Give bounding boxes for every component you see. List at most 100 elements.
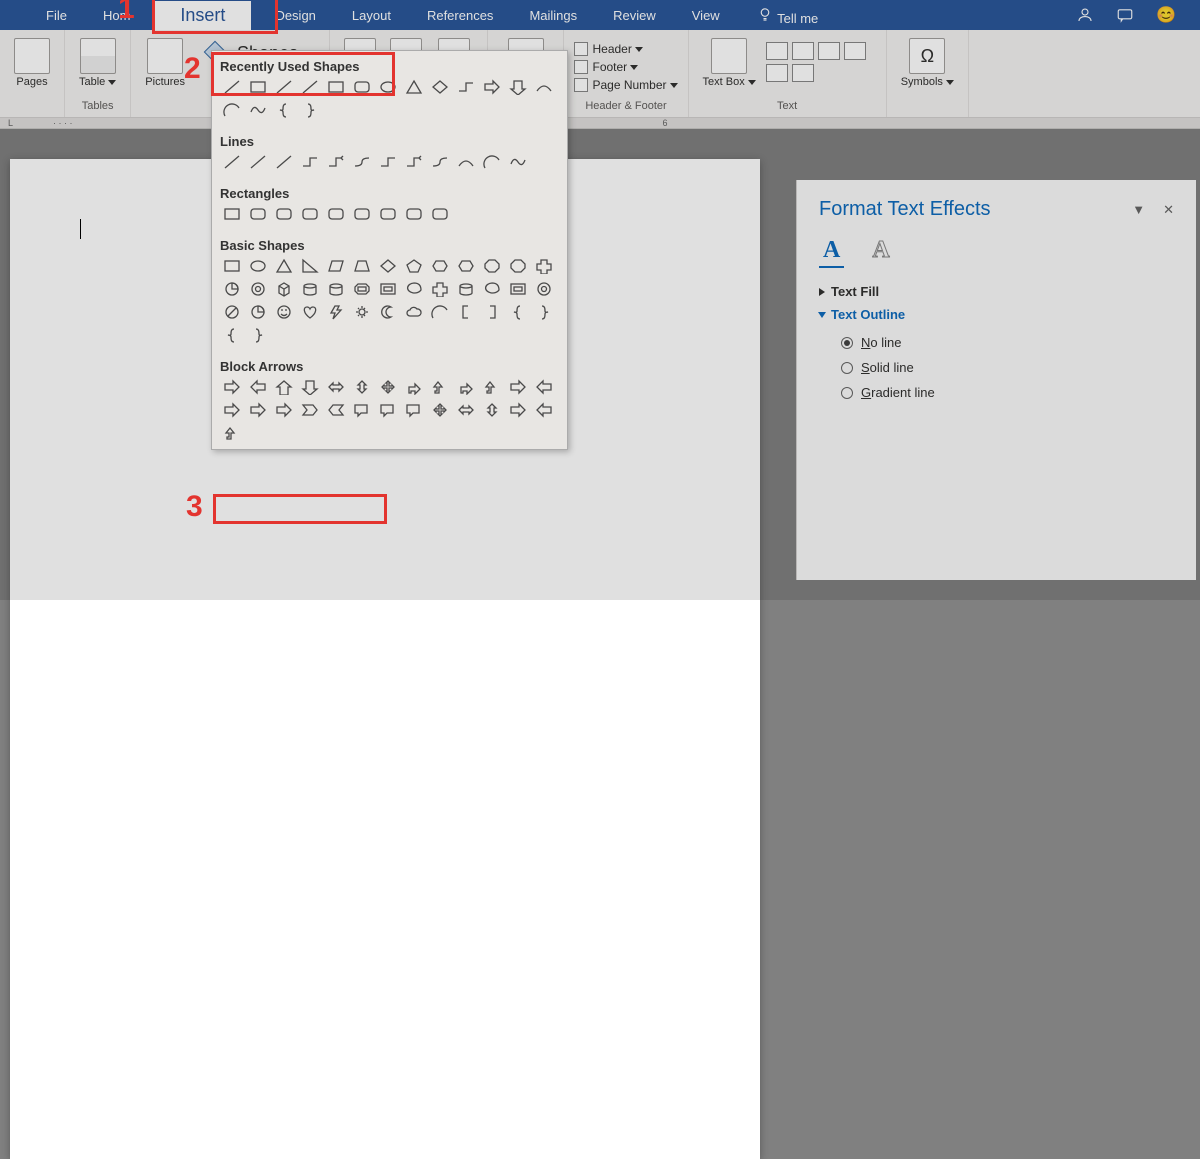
tab-insert[interactable]: Insert	[154, 1, 251, 30]
shape-oct[interactable]	[480, 256, 503, 276]
user-icon[interactable]	[1076, 6, 1094, 24]
shape-rect[interactable]	[220, 204, 243, 224]
footer-button[interactable]: Footer	[574, 60, 677, 74]
shape-quad[interactable]	[376, 377, 399, 397]
shape-bentU[interactable]	[220, 423, 243, 443]
shape-rbrace[interactable]	[246, 325, 269, 345]
dropcap-button[interactable]	[818, 42, 840, 60]
shape-frame[interactable]	[506, 279, 529, 299]
shape-free[interactable]	[506, 152, 529, 172]
section-text-fill[interactable]: Text Fill	[819, 284, 1174, 299]
shape-arrowU[interactable]	[272, 377, 295, 397]
shape-line[interactable]	[298, 77, 321, 97]
shape-lbrace[interactable]	[506, 302, 529, 322]
object-button[interactable]	[792, 64, 814, 82]
tab-home[interactable]: Hom	[85, 2, 148, 29]
tab-tellme[interactable]: Tell me	[738, 0, 837, 32]
section-text-outline[interactable]: Text Outline	[819, 307, 1174, 322]
shape-line[interactable]	[272, 152, 295, 172]
shape-curve[interactable]	[532, 77, 555, 97]
tab-design[interactable]: Design	[257, 2, 333, 29]
shape-chevR[interactable]	[298, 400, 321, 420]
chat-icon[interactable]	[1116, 6, 1134, 24]
shape-connector[interactable]	[350, 152, 373, 172]
header-button[interactable]: Header	[574, 42, 677, 56]
shape-plus[interactable]	[532, 256, 555, 276]
shape-arrowUD[interactable]	[480, 400, 503, 420]
shape-oval[interactable]	[246, 256, 269, 276]
shape-can[interactable]	[324, 279, 347, 299]
radio-no-line[interactable]: No line	[819, 330, 1174, 355]
shape-rrect[interactable]	[350, 204, 373, 224]
shape-pie[interactable]	[220, 279, 243, 299]
tab-view[interactable]: View	[674, 2, 738, 29]
shape-chevL[interactable]	[324, 400, 347, 420]
shape-tear[interactable]	[480, 279, 503, 299]
shape-bevel[interactable]	[350, 279, 373, 299]
shape-rbracket[interactable]	[480, 302, 503, 322]
shape-callR[interactable]	[376, 400, 399, 420]
shape-lbracket[interactable]	[454, 302, 477, 322]
shape-rrect[interactable]	[428, 204, 451, 224]
shape-arrowUD[interactable]	[350, 377, 373, 397]
shape-callR[interactable]	[350, 400, 373, 420]
shape-frame[interactable]	[376, 279, 399, 299]
shape-rrect[interactable]	[350, 77, 373, 97]
tab-text-fill-outline[interactable]: A	[819, 237, 844, 268]
tab-file[interactable]: File	[28, 2, 85, 29]
shape-donut[interactable]	[246, 279, 269, 299]
shape-rrect[interactable]	[376, 204, 399, 224]
shape-bentU[interactable]	[480, 377, 503, 397]
shape-arrowD[interactable]	[506, 77, 529, 97]
shape-pent[interactable]	[402, 256, 425, 276]
shape-trap[interactable]	[350, 256, 373, 276]
shape-heart[interactable]	[298, 302, 321, 322]
shape-moon[interactable]	[376, 302, 399, 322]
shape-rbrace[interactable]	[532, 302, 555, 322]
textbox-button[interactable]: Text Box	[699, 36, 760, 90]
shape-elbow[interactable]	[376, 152, 399, 172]
shape-arrowR[interactable]	[272, 400, 295, 420]
shape-arrowR[interactable]	[480, 77, 503, 97]
shape-rrect[interactable]	[324, 204, 347, 224]
shape-curve[interactable]	[454, 152, 477, 172]
shape-arrowD[interactable]	[298, 377, 321, 397]
pages-button[interactable]: Pages	[10, 36, 54, 90]
tab-mailings[interactable]: Mailings	[511, 2, 595, 29]
shape-line[interactable]	[272, 77, 295, 97]
shape-para[interactable]	[324, 256, 347, 276]
shape-diamond[interactable]	[376, 256, 399, 276]
shape-line[interactable]	[246, 152, 269, 172]
shape-smiley[interactable]	[272, 302, 295, 322]
shape-bentU[interactable]	[428, 377, 451, 397]
signature-button[interactable]	[844, 42, 866, 60]
shape-rbrace[interactable]	[298, 100, 321, 120]
shape-pie[interactable]	[246, 302, 269, 322]
shape-arc[interactable]	[480, 152, 503, 172]
radio-solid-line[interactable]: Solid line	[819, 355, 1174, 380]
shape-diamond[interactable]	[428, 77, 451, 97]
shape-connector[interactable]	[428, 152, 451, 172]
shape-free[interactable]	[246, 100, 269, 120]
shape-bolt[interactable]	[324, 302, 347, 322]
shape-arrowR[interactable]	[220, 377, 243, 397]
shape-bentR[interactable]	[454, 377, 477, 397]
pictures-button[interactable]: Pictures	[141, 36, 189, 90]
shape-lbrace[interactable]	[220, 325, 243, 345]
shape-rrect[interactable]	[402, 204, 425, 224]
pagenumber-button[interactable]: Page Number	[574, 78, 677, 92]
shape-arrowL[interactable]	[532, 400, 555, 420]
quickparts-button[interactable]	[766, 42, 788, 60]
shape-callR[interactable]	[402, 400, 425, 420]
shape-arrowR[interactable]	[506, 377, 529, 397]
shape-elbowA[interactable]	[402, 152, 425, 172]
shape-rrect[interactable]	[246, 204, 269, 224]
shape-tear[interactable]	[402, 279, 425, 299]
shape-line[interactable]	[220, 152, 243, 172]
shape-cube[interactable]	[272, 279, 295, 299]
shape-arc[interactable]	[220, 100, 243, 120]
shape-bentR[interactable]	[402, 377, 425, 397]
shape-rect[interactable]	[324, 77, 347, 97]
shape-oct[interactable]	[506, 256, 529, 276]
shape-can[interactable]	[298, 279, 321, 299]
